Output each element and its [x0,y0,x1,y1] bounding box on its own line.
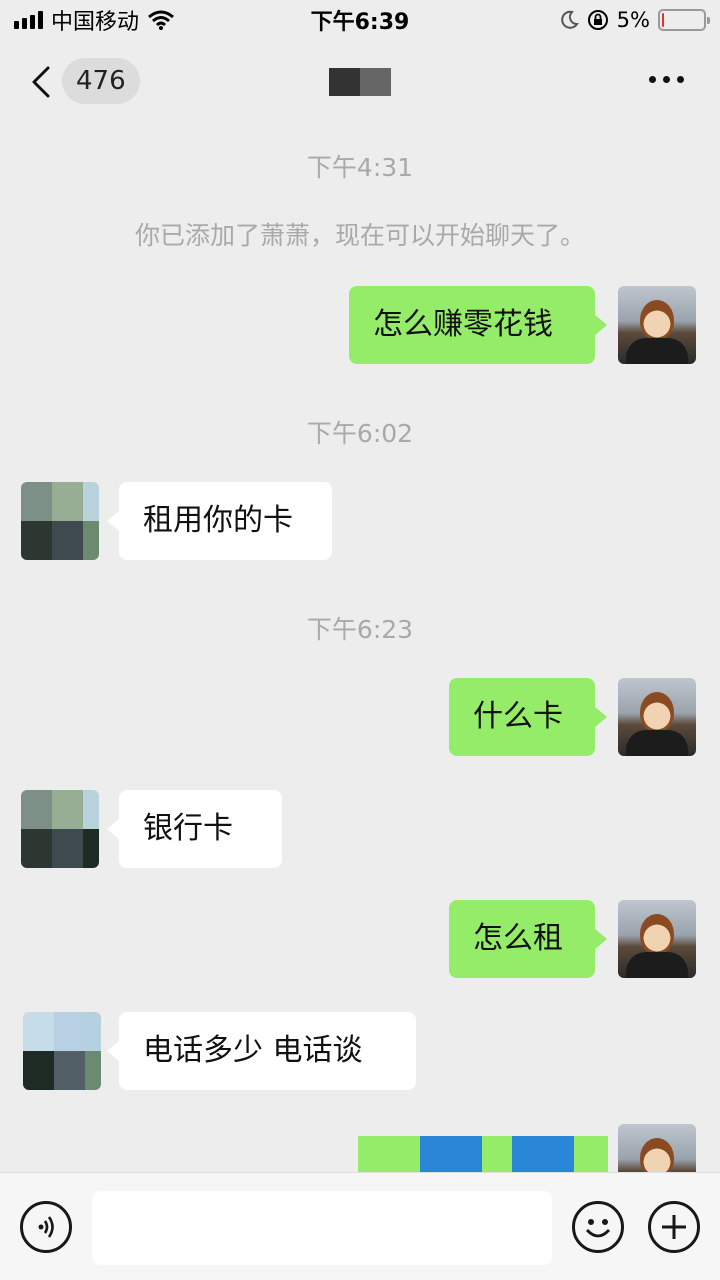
more-dots-icon[interactable] [649,76,684,83]
input-bar [0,1172,720,1280]
wifi-icon [148,10,174,30]
my-avatar[interactable] [618,900,696,978]
obscured-title-mosaic [329,68,391,96]
rotation-lock-icon [587,10,608,30]
contact-avatar[interactable] [21,790,99,868]
moon-icon [560,10,579,29]
timestamp: 下午4:31 [306,153,414,182]
message-bubble-sent[interactable]: 怎么租 [449,900,607,978]
carrier-label: 中国移动 [51,10,140,35]
status-bar: 中国移动 下午6:39 5% [0,0,720,40]
message-bubble-sent[interactable]: 什么卡 [449,678,607,756]
chat-area[interactable]: 下午4:31 你已添加了萧萧，现在可以开始聊天了。 怎么赚零花钱 下午6:02 … [0,124,720,1172]
my-avatar[interactable] [618,1124,696,1172]
message-bubble-received[interactable]: 银行卡 [107,790,282,868]
message-bubble-sent[interactable]: 怎么赚零花钱 [349,286,607,364]
my-avatar[interactable] [618,286,696,364]
battery-icon [658,9,710,31]
contact-avatar[interactable] [21,482,99,560]
nav-bar: 476 [0,40,720,124]
timestamp: 下午6:02 [306,419,414,448]
system-message: 你已添加了萧萧，现在可以开始聊天了。 [134,221,585,250]
plus-icon[interactable] [648,1201,700,1253]
chat-title [0,64,720,97]
message-bubble-received[interactable]: 电话多少 电话谈 [107,1012,416,1090]
contact-avatar[interactable] [23,1012,101,1090]
status-right: 5% [559,8,710,32]
status-left: 中国移动 [14,4,175,36]
signal-icon [14,11,43,29]
battery-percent: 5% [616,8,650,32]
obscured-message-bubble[interactable] [358,1136,608,1172]
my-avatar[interactable] [618,678,696,756]
voice-icon[interactable] [20,1201,72,1253]
emoji-icon[interactable] [572,1201,624,1253]
message-input[interactable] [92,1191,552,1265]
timestamp: 下午6:23 [306,615,414,644]
message-bubble-received[interactable]: 租用你的卡 [107,482,332,560]
